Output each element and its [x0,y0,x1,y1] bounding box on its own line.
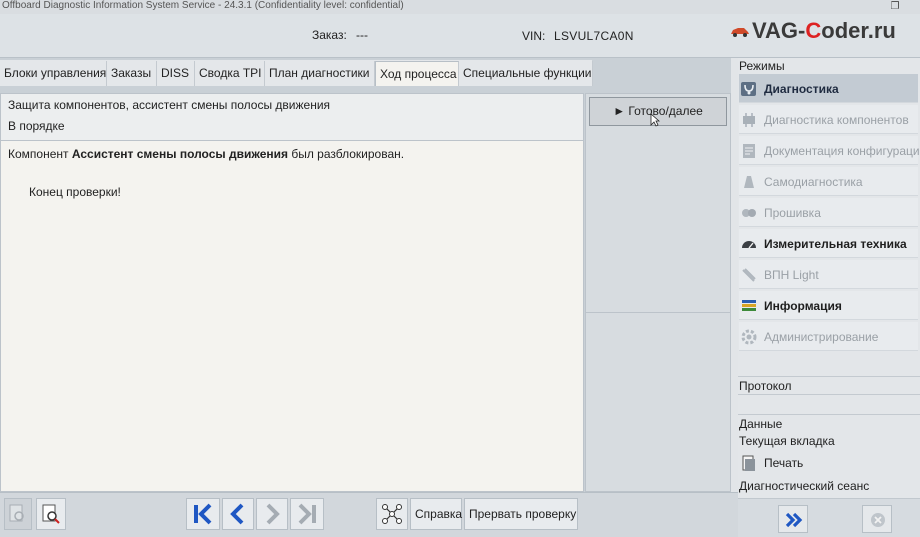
cancel-session-button[interactable] [862,505,892,533]
books-icon [742,300,756,311]
sidebar-item-label: Измерительная техника [764,237,907,251]
test-status: В порядке [8,119,65,133]
printer-icon [742,455,755,471]
tab-special-functions[interactable]: Специальные функции [459,61,593,86]
config-doc-icon [743,144,755,158]
flash-icon [742,209,756,217]
zoom-out-button[interactable] [4,498,32,530]
sidebar-item-self-diagnosis[interactable]: Самодиагностика [739,167,918,196]
sidebar-item-information[interactable]: Информация [739,291,918,320]
result-message: Компонент Ассистент смены полосы движени… [8,147,405,161]
help-button[interactable]: Справка [410,498,462,530]
skip-to-start-icon [194,503,212,525]
sidebar-item-label: Прошивка [764,206,821,220]
double-chevron-right-icon [785,512,803,528]
self-diagnosis-icon [744,176,754,188]
process-output-area: Компонент Ассистент смены полосы движени… [0,141,584,492]
sidebar-item-diagnostics[interactable]: Диагностика [739,74,918,103]
mouse-pointer-icon [650,113,660,127]
window-title: Offboard Diagnostic Information System S… [2,0,404,11]
gauge-icon [742,241,756,249]
fast-forward-button[interactable] [778,505,808,533]
gear-icon [741,329,757,345]
abort-test-button[interactable]: Прервать проверку [464,498,578,530]
sidebar-item-vpn-light[interactable]: ВПН Light [739,260,918,289]
first-step-button[interactable] [186,498,220,530]
sidebar-divider [738,376,920,377]
tab-process-progress[interactable]: Ход процесса [375,61,459,86]
print-button[interactable]: Печать [739,451,918,476]
document-zoom-icon [42,504,60,524]
data-header: Данные [739,417,783,431]
test-info-panel: Защита компонентов, ассистент смены поло… [0,93,584,141]
last-step-button[interactable] [290,498,324,530]
test-name: Защита компонентов, ассистент смены поло… [8,98,331,112]
sidebar-item-label: Диагностика компонентов [764,113,909,127]
modes-sidebar: Режимы Диагностика Диагностика компонент… [738,58,920,537]
restore-window-button[interactable]: ❐ [889,1,901,12]
chevron-right-icon [266,503,280,525]
tab-diss[interactable]: DISS [157,61,195,86]
zoom-in-button[interactable] [36,498,66,530]
end-of-test-message: Конец проверки! [29,185,121,199]
watermark-logo: VAG-Coder.ru [752,18,896,43]
header-bar: Заказ: --- VIN: LSVUL7CA0N VAG-Coder.ru [0,14,920,58]
order-label: Заказ: [312,28,347,42]
network-view-button[interactable] [376,498,408,530]
close-icon [871,513,885,527]
component-icon [743,113,755,127]
stethoscope-icon [741,82,756,96]
sidebar-bottom-bar [738,498,920,537]
skip-to-end-icon [298,503,316,525]
session-header: Диагностический сеанс [739,479,870,493]
vin-value: LSVUL7CA0N [554,29,634,43]
tab-control-units[interactable]: Блоки управления [0,61,107,86]
tab-orders[interactable]: Заказы [107,61,157,86]
sidebar-item-administration[interactable]: Администрирование [739,322,918,351]
next-step-button[interactable] [256,498,288,530]
protocol-header: Протокол [739,379,792,393]
vin-label: VIN: [522,29,546,43]
modes-header: Режимы [739,59,785,73]
sidebar-item-config-documentation[interactable]: Документация конфигурации [739,136,920,165]
current-tab-header: Текущая вкладка [739,434,835,448]
sidebar-item-label: Диагностика [764,82,839,96]
sidebar-item-label: Самодиагностика [764,175,863,189]
panel-scrollbar[interactable] [731,58,738,492]
sidebar-item-label: Документация конфигурации [764,144,920,158]
sidebar-item-label: ВПН Light [764,268,819,282]
sidebar-divider [738,414,920,415]
sidebar-item-measurement[interactable]: Измерительная техника [739,229,918,258]
order-value: --- [356,28,368,42]
sidebar-item-label: Администрирование [764,330,879,344]
document-search-icon [9,504,24,522]
sidebar-item-flashing[interactable]: Прошивка [739,198,918,227]
network-nodes-icon [382,504,402,524]
main-tabs: Блоки управления Заказы DISS Сводка TPI … [0,60,593,86]
tab-tpi-summary[interactable]: Сводка TPI [195,61,265,86]
sidebar-divider [738,394,920,395]
action-divider [586,312,730,313]
chevron-left-icon [230,503,244,525]
vpn-icon [742,268,756,282]
bottom-toolbar: Справка Прервать проверку [0,492,738,537]
tab-diagnostic-plan[interactable]: План диагностики [265,61,375,86]
sidebar-item-component-diagnostics[interactable]: Диагностика компонентов [739,105,918,134]
sidebar-item-label: Информация [764,299,842,313]
print-label: Печать [764,456,804,470]
action-panel: ► Готово/далее [585,93,731,492]
window-title-bar: Offboard Diagnostic Information System S… [0,0,920,14]
previous-step-button[interactable] [222,498,254,530]
